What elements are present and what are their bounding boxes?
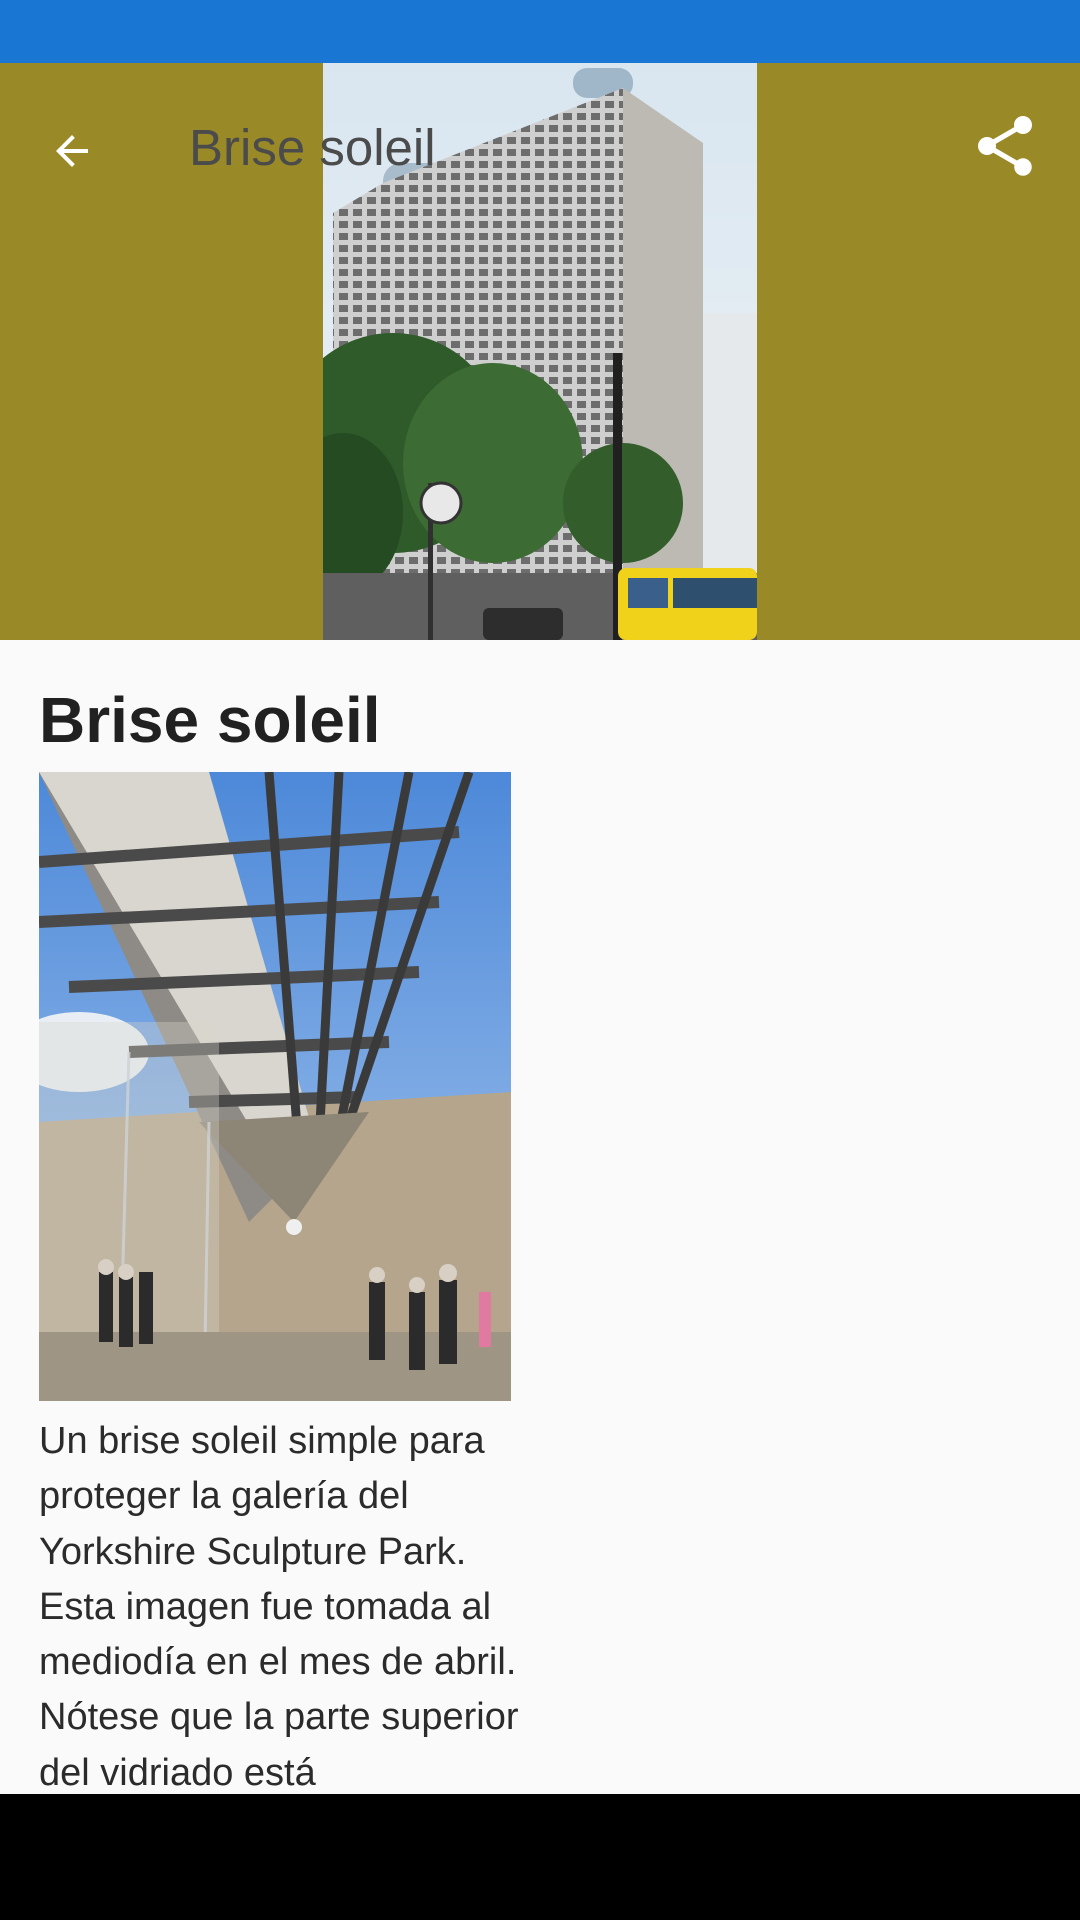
status-bar — [0, 0, 1080, 63]
article-content: Brise soleil Un brise soleil simple para… — [0, 640, 1080, 1794]
share-icon — [978, 116, 1032, 176]
toolbar-title: Brise soleil — [189, 119, 436, 176]
navigation-bar — [0, 1794, 1080, 1920]
article-title: Brise soleil — [39, 684, 381, 756]
article-caption: Un brise soleil simple para proteger la … — [39, 1420, 519, 1794]
collapsing-header: Brise soleil — [0, 63, 1080, 640]
brise-soleil-photo — [39, 772, 511, 1401]
back-button[interactable] — [24, 103, 120, 199]
arrow-left-icon — [56, 135, 88, 167]
article-figure-image[interactable] — [39, 772, 511, 1401]
share-button[interactable] — [957, 98, 1053, 194]
